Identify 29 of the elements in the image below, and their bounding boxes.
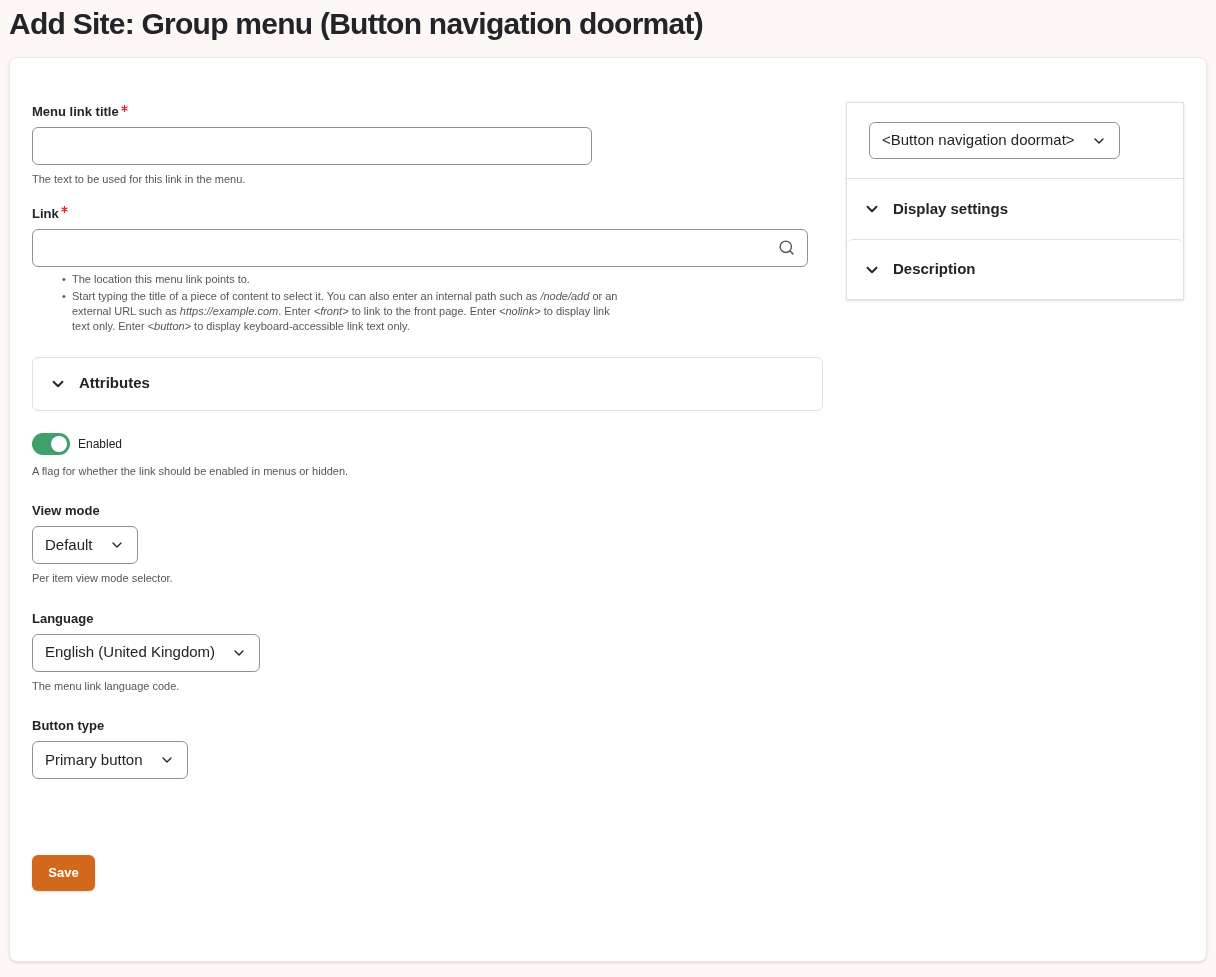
field-label: Link bbox=[32, 204, 59, 223]
help-text: Start typing the title of a piece of content to select it. You can also enter an internal path such as /node/add or an external URL such as https://example.com. Enter <front> to link to the front page. Enter <nolink> to display link text only. Enter <button> to display keyboard-accessible link text only. bbox=[72, 288, 619, 334]
attributes-section[interactable]: Attributes bbox=[32, 356, 823, 411]
section-title: Attributes bbox=[79, 373, 150, 394]
section-title: Description bbox=[893, 259, 976, 280]
help-text: The location this menu link points to. bbox=[72, 271, 251, 287]
link-field[interactable] bbox=[32, 228, 808, 267]
help-text: Per item view mode selector. bbox=[32, 571, 173, 586]
form-card: Menu link title The text to be used for this link in the menu. Link • The location this menu link points to. • Start typing the title of a piece of content to select it. You can also enter an internal path such as /node/add or an external URL such as https://example.com. Enter <front> to link to the front page. Enter <nolink> to display link text only. Enter <button> to display keyboard-accessible link text only. Attributes Enabled A flag for whether the link should be enabled in menus or hidden. View mode Default Per item view mode selector. Language English (United Kingdom) The menu link language code. Button type Primary button Save <Button navigation doormat> Display settings Description bbox=[9, 57, 1207, 962]
sidebar-section[interactable]: Display settings bbox=[847, 179, 1183, 239]
field-label: Menu link title bbox=[32, 103, 119, 122]
select-dropdown[interactable]: <Button navigation doormat> bbox=[869, 122, 1120, 159]
search-icon bbox=[778, 239, 795, 256]
select-dropdown[interactable]: English (United Kingdom) bbox=[32, 633, 261, 672]
help-text: The text to be used for this link in the menu. bbox=[32, 172, 247, 187]
select-dropdown[interactable]: Primary button bbox=[32, 741, 188, 779]
toggle-switch[interactable] bbox=[32, 432, 70, 455]
input-field[interactable] bbox=[32, 127, 592, 165]
select-dropdown[interactable]: Default bbox=[32, 526, 138, 564]
sidebar-section[interactable]: Description bbox=[847, 239, 1183, 299]
field-label: Language bbox=[32, 609, 94, 628]
save-button[interactable]: Save bbox=[32, 855, 95, 891]
help-text: The menu link language code. bbox=[32, 678, 180, 694]
field-label: View mode bbox=[32, 502, 100, 520]
help-text: A flag for whether the link should be enabled in menus or hidden. bbox=[32, 463, 350, 479]
field-label: Button type bbox=[32, 717, 105, 735]
section-title: Display settings bbox=[893, 198, 1009, 219]
page-title: Add Site: Group menu (Button navigation doormat) bbox=[9, 6, 704, 42]
toggle-label: Enabled bbox=[78, 435, 123, 453]
